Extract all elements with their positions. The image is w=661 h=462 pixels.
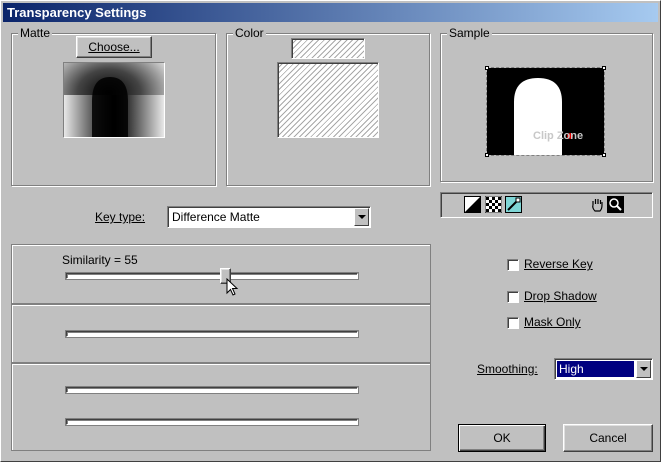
color-group-title: Color xyxy=(233,26,266,40)
sample-text: Clip Zone xyxy=(533,130,584,142)
image-background-icon[interactable] xyxy=(505,196,522,213)
smoothing-value: High xyxy=(556,360,635,378)
choose-matte-button[interactable]: Choose... xyxy=(76,36,152,58)
smoothing-dropdown[interactable]: High xyxy=(554,358,653,380)
sample-preview[interactable]: Clip Zone xyxy=(486,67,605,156)
zoom-magnifier-icon[interactable] xyxy=(607,196,624,213)
selection-handle-bottom-left[interactable] xyxy=(485,153,489,157)
cancel-button[interactable]: Cancel xyxy=(563,424,653,452)
sample-group-title: Sample xyxy=(447,26,492,40)
title-bar[interactable]: Transparency Settings xyxy=(3,3,658,22)
reverse-key-checkbox[interactable] xyxy=(507,259,519,271)
selection-handle-bottom-right[interactable] xyxy=(602,153,606,157)
mask-only-label[interactable]: Mask Only xyxy=(524,315,581,329)
selection-handle-top-left[interactable] xyxy=(485,66,489,70)
key-type-dropdown[interactable]: Difference Matte xyxy=(167,206,371,228)
color-swatch-small[interactable] xyxy=(291,38,365,59)
chevron-down-icon[interactable] xyxy=(636,360,651,378)
checkerboard-background-icon[interactable] xyxy=(484,195,503,214)
ok-button[interactable]: OK xyxy=(458,424,546,452)
drop-shadow-checkbox[interactable] xyxy=(507,291,519,303)
similarity-label: Similarity = 55 xyxy=(62,253,138,267)
hand-pan-icon[interactable] xyxy=(589,196,606,213)
mouse-cursor-icon xyxy=(226,277,242,298)
slider-panel-3 xyxy=(11,363,431,451)
similarity-slider-track[interactable] xyxy=(66,273,358,279)
drop-shadow-label[interactable]: Drop Shadow xyxy=(524,289,597,303)
mask-only-checkbox[interactable] xyxy=(507,317,519,329)
chevron-down-icon[interactable] xyxy=(354,208,369,226)
black-white-background-icon[interactable] xyxy=(464,196,481,213)
reverse-key-label[interactable]: Reverse Key xyxy=(524,257,593,271)
matte-group-title: Matte xyxy=(18,26,53,40)
key-type-label: Key type: xyxy=(95,210,146,224)
window-title: Transparency Settings xyxy=(7,5,147,20)
transparency-settings-dialog: Transparency Settings Matte Choose... Co… xyxy=(0,0,661,462)
slider-track-2[interactable] xyxy=(66,331,358,337)
matte-gradient-image xyxy=(64,63,164,137)
smoothing-label: Smoothing: xyxy=(477,362,538,376)
slider-track-4[interactable] xyxy=(66,419,358,425)
key-type-value: Difference Matte xyxy=(172,210,260,224)
matte-preview xyxy=(63,62,165,138)
color-preview xyxy=(277,62,379,138)
selection-handle-top-right[interactable] xyxy=(602,66,606,70)
slider-track-3[interactable] xyxy=(66,387,358,393)
